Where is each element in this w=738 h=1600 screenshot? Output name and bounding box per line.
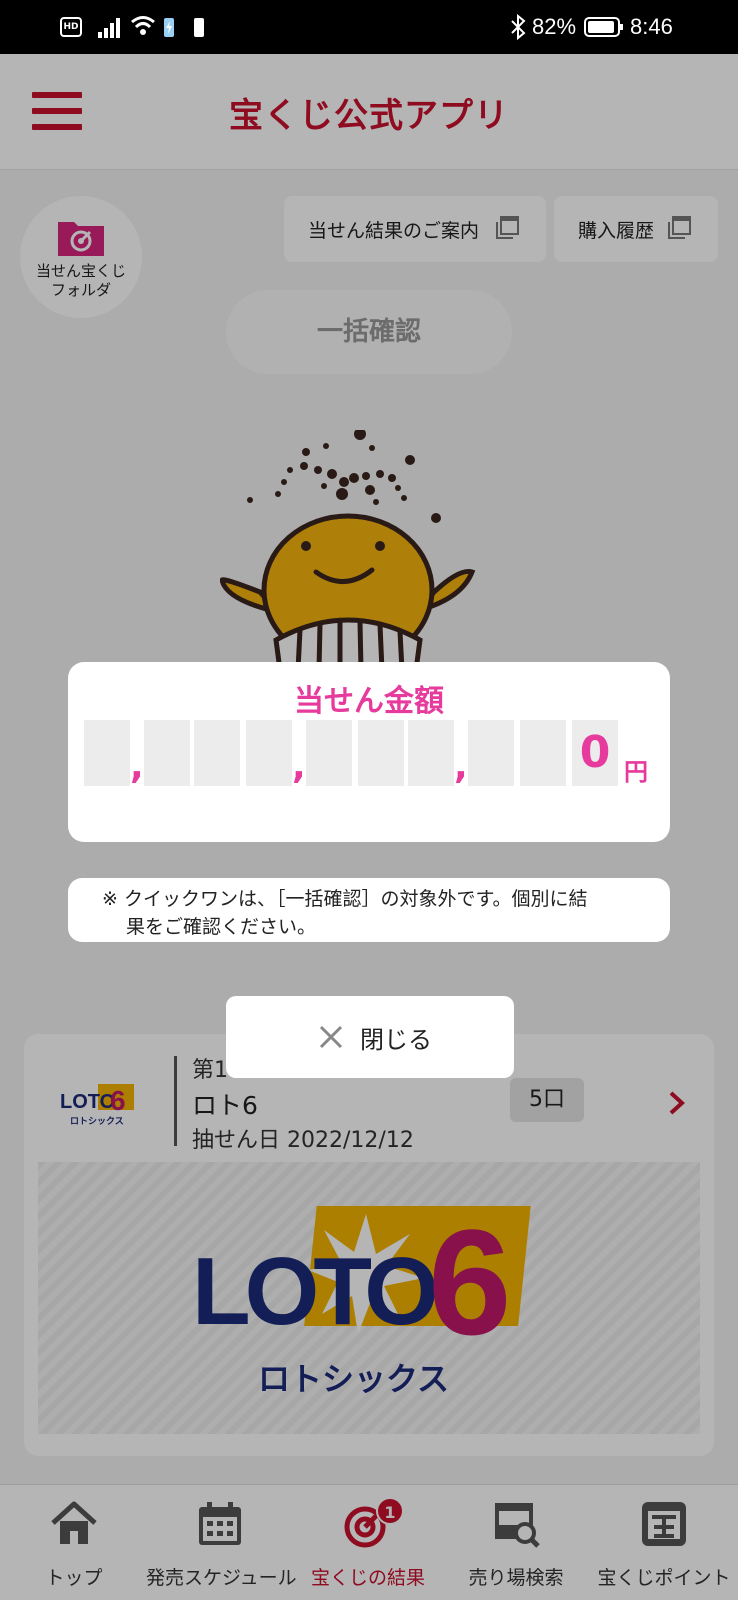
prize-digit — [246, 720, 292, 786]
digit-separator: , — [292, 746, 306, 787]
battery-saver-icon — [164, 18, 174, 37]
prize-digit — [194, 720, 240, 786]
prize-digit — [468, 720, 514, 786]
close-label: 閉じる — [360, 1026, 432, 1054]
battery-percent: 82% — [532, 14, 577, 39]
prize-digit: 0 — [572, 720, 618, 786]
note-line-2: 果をご確認ください。 — [126, 916, 317, 938]
prize-digit — [84, 720, 130, 786]
close-icon — [319, 1025, 343, 1049]
note-line-1: ※ クイックワンは、［一括確認］の対象外です。個別に結 — [102, 888, 588, 910]
prize-amount-panel: 当せん金額 , , , 0 円 — [68, 662, 670, 842]
quick-one-note: ※ クイックワンは、［一括確認］の対象外です。個別に結 果をご確認ください。 — [68, 878, 670, 942]
signal-icon — [98, 18, 120, 38]
prize-digit — [520, 720, 566, 786]
digit-separator: , — [130, 746, 144, 787]
battery-icon — [584, 17, 623, 37]
wifi-icon — [131, 16, 155, 35]
bluetooth-icon — [511, 14, 526, 40]
prize-digit — [144, 720, 190, 786]
clock: 8:46 — [630, 14, 673, 39]
prize-amount-title: 当せん金額 — [294, 684, 444, 719]
prize-digit — [306, 720, 352, 786]
prize-digit — [358, 720, 404, 786]
status-bar: HD 82% 8:46 — [0, 0, 738, 54]
digit-separator: , — [454, 746, 468, 787]
close-button[interactable]: 閉じる — [226, 996, 514, 1078]
storage-icon — [194, 18, 204, 37]
prize-digit — [408, 720, 454, 786]
hd-indicator: HD — [60, 17, 82, 37]
currency-unit: 円 — [624, 758, 648, 786]
